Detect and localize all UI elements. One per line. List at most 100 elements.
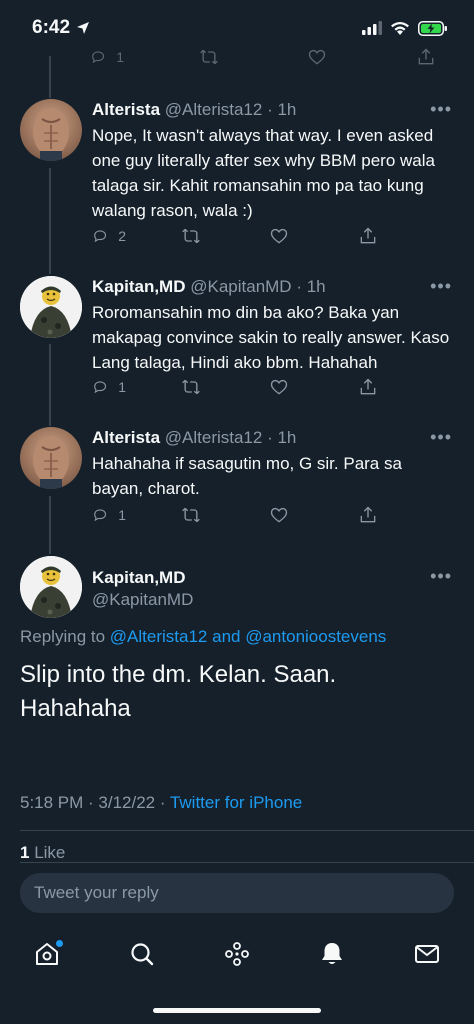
avatar-torso-image xyxy=(33,108,69,161)
reply-button[interactable]: 1 xyxy=(90,44,124,70)
reply-icon xyxy=(92,51,105,64)
reply-icon xyxy=(94,230,107,243)
author-handle: @Alterista12 xyxy=(164,428,263,447)
tweet-actions: 2 xyxy=(92,225,392,247)
tweet-time: · 1h xyxy=(296,277,326,296)
retweet-button[interactable] xyxy=(181,377,215,397)
search-icon xyxy=(131,943,154,966)
retweet-button[interactable] xyxy=(199,44,233,70)
tweet[interactable]: Alterista @Alterista12 · 1h Hahahaha if … xyxy=(0,427,474,527)
like-count: 1 xyxy=(20,843,30,862)
reply-count: 1 xyxy=(118,507,126,523)
like-button[interactable] xyxy=(269,505,303,525)
tab-home[interactable] xyxy=(25,932,69,976)
share-button[interactable] xyxy=(358,226,392,246)
avatar-soldier-image xyxy=(20,276,82,338)
like-button[interactable] xyxy=(269,226,303,246)
signal-icon xyxy=(362,21,382,35)
mention-link[interactable]: @Alterista12 xyxy=(110,627,208,646)
avatar-torso-image xyxy=(33,436,69,489)
retweet-button[interactable] xyxy=(181,505,215,525)
tweet-time: · 1h xyxy=(267,100,297,119)
tweet[interactable]: Kapitan,MD @KapitanMD · 1h Roromansahin … xyxy=(0,276,474,400)
like-button[interactable] xyxy=(307,44,341,70)
reply-button[interactable]: 1 xyxy=(92,505,126,525)
tweet-time: · 1h xyxy=(267,428,297,447)
reply-count: 1 xyxy=(116,49,124,65)
tweet-actions: 1 xyxy=(92,376,392,398)
mail-icon xyxy=(414,945,439,963)
divider xyxy=(20,862,474,863)
retweet-icon xyxy=(181,228,200,244)
author-handle[interactable]: @KapitanMD xyxy=(92,590,452,610)
author-name[interactable]: Kapitan,MD xyxy=(92,277,186,296)
avatar[interactable] xyxy=(20,276,82,338)
share-button[interactable] xyxy=(358,377,392,397)
tab-search[interactable] xyxy=(120,932,164,976)
battery-charging-icon xyxy=(418,20,447,36)
avatar[interactable] xyxy=(20,427,82,489)
notification-dot xyxy=(56,940,64,947)
heart-icon xyxy=(271,379,288,395)
author-name[interactable]: Alterista xyxy=(92,428,160,447)
spaces-icon xyxy=(225,942,249,966)
share-button[interactable] xyxy=(358,505,392,525)
like-button[interactable] xyxy=(269,377,303,397)
share-button[interactable] xyxy=(416,44,450,70)
tweet-timestamp: 5:18 PM · 3/12/22 · xyxy=(20,793,166,812)
thread-line xyxy=(49,56,51,98)
main-tweet-text-line: Slip into the dm. Kelan. Saan. xyxy=(20,661,337,688)
main-tweet-text-line: Hahahaha xyxy=(20,695,131,722)
author-name[interactable]: Kapitan,MD xyxy=(92,568,452,588)
retweet-icon xyxy=(181,379,200,395)
divider xyxy=(20,830,474,831)
status-time: 6:42 xyxy=(32,17,71,38)
reply-icon xyxy=(94,381,107,394)
main-tweet: Kapitan,MD @KapitanMD ••• xyxy=(0,556,474,626)
retweet-icon xyxy=(181,507,200,523)
avatar[interactable] xyxy=(20,556,82,618)
replying-prefix: Replying to xyxy=(20,627,106,646)
more-options-button[interactable]: ••• xyxy=(430,427,452,448)
reply-button[interactable]: 2 xyxy=(92,226,126,246)
share-icon xyxy=(418,48,434,65)
home-indicator[interactable] xyxy=(153,1008,321,1013)
previous-tweet-actions: 1 xyxy=(90,44,450,70)
replying-and[interactable]: and xyxy=(212,627,240,646)
avatar-soldier-image xyxy=(20,556,82,618)
tab-spaces[interactable] xyxy=(215,932,259,976)
tab-messages[interactable] xyxy=(405,932,449,976)
author-handle: @KapitanMD xyxy=(190,277,292,296)
more-options-button[interactable]: ••• xyxy=(430,276,452,297)
author-name[interactable]: Alterista xyxy=(92,100,160,119)
reply-count: 1 xyxy=(118,379,126,395)
bell-icon xyxy=(321,943,342,964)
tweet-text: Roromansahin mo din ba ako? Baka yan mak… xyxy=(92,303,450,372)
replying-to: Replying to @Alterista12 and @antonioost… xyxy=(20,627,386,647)
location-arrow-icon xyxy=(77,22,90,34)
author-handle: @Alterista12 xyxy=(164,100,263,119)
reply-button[interactable]: 1 xyxy=(92,377,126,397)
likes-summary[interactable]: 1 Like xyxy=(20,843,65,863)
reply-input[interactable] xyxy=(34,883,440,903)
tweet-text: Nope, It wasn't always that way. I even … xyxy=(92,126,435,220)
tweet-actions: 1 xyxy=(92,504,392,526)
reply-composer[interactable] xyxy=(20,873,454,913)
tweet-metadata: 5:18 PM · 3/12/22 · Twitter for iPhone xyxy=(20,793,302,813)
tweet-source-link[interactable]: Twitter for iPhone xyxy=(170,793,302,812)
bottom-tab-bar xyxy=(0,926,474,982)
more-options-button[interactable]: ••• xyxy=(430,99,452,120)
main-tweet-text: Slip into the dm. Kelan. Saan. Hahahaha xyxy=(20,658,450,726)
tweet-text: Hahahaha if sasagutin mo, G sir. Para sa… xyxy=(92,454,402,498)
heart-icon xyxy=(271,228,288,244)
retweet-button[interactable] xyxy=(181,226,215,246)
more-options-button[interactable]: ••• xyxy=(430,566,452,587)
tweet[interactable]: Alterista @Alterista12 · 1h Nope, It was… xyxy=(0,99,474,249)
heart-icon xyxy=(309,49,326,65)
reply-icon xyxy=(94,509,107,522)
avatar[interactable] xyxy=(20,99,82,161)
reply-count: 2 xyxy=(118,228,126,244)
mention-link[interactable]: @antonioostevens xyxy=(245,627,386,646)
tab-notifications[interactable] xyxy=(310,932,354,976)
retweet-icon xyxy=(199,49,218,65)
